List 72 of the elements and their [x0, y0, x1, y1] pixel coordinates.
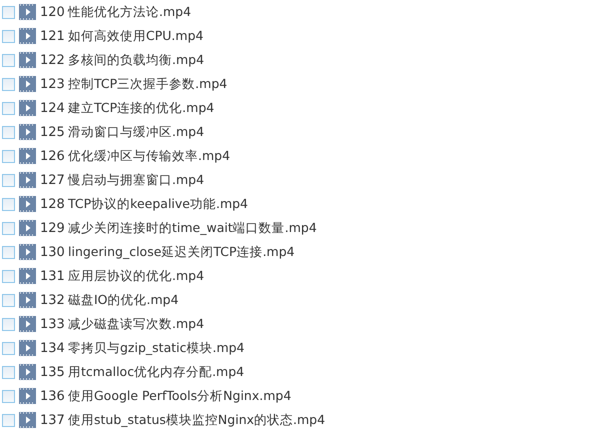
checkbox[interactable] [2, 390, 15, 402]
file-name[interactable]: 应用层协议的优化.mp4 [68, 268, 204, 284]
file-name[interactable]: 减少关闭连接时的time_wait端口数量.mp4 [68, 220, 317, 236]
file-number: 128 [40, 196, 66, 212]
video-file-icon [19, 76, 36, 92]
checkbox[interactable] [2, 198, 15, 210]
video-file-icon [19, 292, 36, 308]
checkbox[interactable] [2, 54, 15, 66]
file-name[interactable]: 慢启动与拥塞窗口.mp4 [68, 172, 204, 188]
file-name[interactable]: 用tcmalloc优化内存分配.mp4 [68, 364, 244, 380]
video-file-icon [19, 340, 36, 356]
file-number: 133 [40, 316, 66, 332]
video-file-icon [19, 412, 36, 428]
checkbox[interactable] [2, 342, 15, 354]
checkbox[interactable] [2, 78, 15, 90]
video-file-icon [19, 220, 36, 236]
file-name[interactable]: 减少磁盘读写次数.mp4 [68, 316, 204, 332]
video-file-icon [19, 364, 36, 380]
file-name[interactable]: lingering_close延迟关闭TCP连接.mp4 [68, 244, 295, 260]
video-file-icon [19, 4, 36, 20]
checkbox[interactable] [2, 222, 15, 234]
checkbox[interactable] [2, 246, 15, 258]
video-file-icon [19, 172, 36, 188]
file-number: 123 [40, 76, 66, 92]
file-name[interactable]: 零拷贝与gzip_static模块.mp4 [68, 340, 245, 356]
file-name[interactable]: 优化缓冲区与传输效率.mp4 [68, 148, 230, 164]
file-name[interactable]: TCP协议的keepalive功能.mp4 [68, 196, 248, 212]
file-number: 135 [40, 364, 66, 380]
file-name[interactable]: 性能优化方法论.mp4 [68, 4, 192, 20]
video-file-icon [19, 196, 36, 212]
file-number: 126 [40, 148, 66, 164]
file-name[interactable]: 如何高效使用CPU.mp4 [68, 28, 204, 44]
checkbox[interactable] [2, 102, 15, 114]
file-name[interactable]: 多核间的负载均衡.mp4 [68, 52, 204, 68]
file-number: 136 [40, 388, 66, 404]
file-number: 129 [40, 220, 66, 236]
checkbox[interactable] [2, 126, 15, 138]
file-name[interactable]: 使用Google PerfTools分析Nginx.mp4 [68, 388, 292, 404]
checkbox[interactable] [2, 318, 15, 330]
file-name[interactable]: 控制TCP三次握手参数.mp4 [68, 76, 228, 92]
file-number: 122 [40, 52, 66, 68]
file-name[interactable]: 使用stub_status模块监控Nginx的状态.mp4 [68, 412, 326, 428]
checkbox[interactable] [2, 6, 15, 18]
checkbox[interactable] [2, 270, 15, 282]
file-number: 127 [40, 172, 66, 188]
checkbox[interactable] [2, 366, 15, 378]
file-number: 120 [40, 4, 66, 20]
video-file-icon [19, 388, 36, 404]
file-number: 132 [40, 292, 66, 308]
file-name[interactable]: 磁盘IO的优化.mp4 [68, 292, 179, 308]
video-file-icon [19, 268, 36, 284]
video-file-icon [19, 100, 36, 116]
file-name[interactable]: 滑动窗口与缓冲区.mp4 [68, 124, 204, 140]
file-number: 137 [40, 412, 66, 428]
video-file-icon [19, 28, 36, 44]
checkbox[interactable] [2, 150, 15, 162]
file-number: 121 [40, 28, 66, 44]
video-file-icon [19, 148, 36, 164]
file-number: 125 [40, 124, 66, 140]
file-number: 134 [40, 340, 66, 356]
file-number: 130 [40, 244, 66, 260]
checkbox[interactable] [2, 174, 15, 186]
video-file-icon [19, 244, 36, 260]
video-file-icon [19, 52, 36, 68]
checkbox[interactable] [2, 414, 15, 426]
file-name[interactable]: 建立TCP连接的优化.mp4 [68, 100, 214, 116]
checkbox[interactable] [2, 294, 15, 306]
video-file-icon [19, 124, 36, 140]
file-number: 124 [40, 100, 66, 116]
checkbox[interactable] [2, 30, 15, 42]
file-number: 131 [40, 268, 66, 284]
video-file-icon [19, 316, 36, 332]
